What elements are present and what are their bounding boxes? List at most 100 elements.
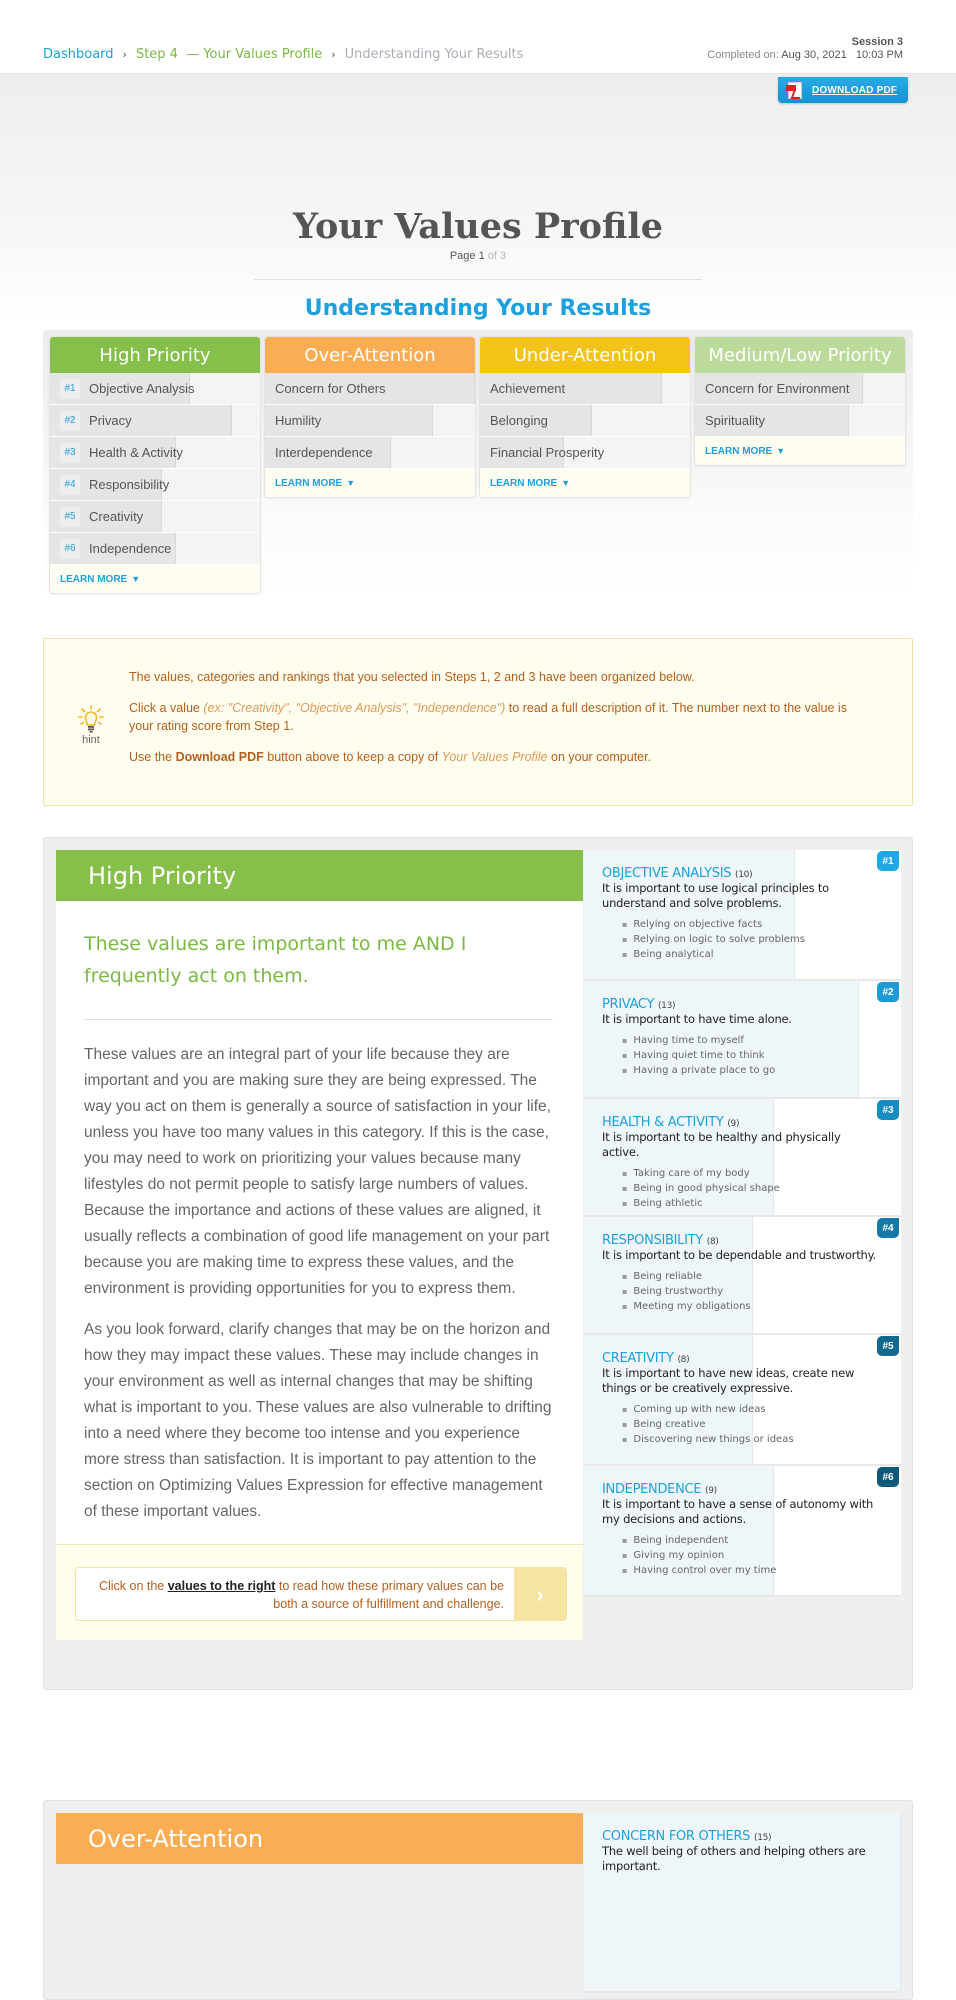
category-column-medium-low-priority: Medium/Low Priority Concern for Environme… bbox=[694, 336, 906, 466]
download-pdf-label: DOWNLOAD PDF bbox=[812, 84, 898, 96]
caret-down-icon: ▼ bbox=[776, 446, 786, 456]
value-name: RESPONSIBILITY bbox=[602, 1233, 703, 1248]
value-card[interactable]: #3 HEALTH & ACTIVITY (9) It is important t… bbox=[584, 1099, 901, 1217]
category-column-under-attention: Under-Attention Achievement Belonging Finan… bbox=[479, 336, 691, 498]
behavior-item: Being in good physical shape bbox=[622, 1181, 881, 1196]
high-priority-section: High Priority These values are important… bbox=[43, 837, 913, 1690]
behavior-item: Coming up with new ideas bbox=[622, 1402, 881, 1417]
value-behaviors: Taking care of my bodyBeing in good phys… bbox=[622, 1166, 881, 1211]
value-title: OBJECTIVE ANALYSIS (10) bbox=[602, 866, 881, 881]
value-row[interactable]: Interdependence bbox=[265, 437, 475, 469]
value-description: It is important to have time alone. bbox=[602, 1012, 792, 1026]
rank-badge: #2 bbox=[877, 982, 899, 1002]
value-name: INDEPENDENCE bbox=[602, 1482, 702, 1497]
pdf-icon bbox=[786, 81, 802, 99]
over-attention-heading: Over-Attention bbox=[56, 1813, 583, 1864]
rank-badge: #3 bbox=[60, 442, 80, 463]
caret-down-icon: ▼ bbox=[346, 478, 356, 488]
values-to-the-right-link[interactable]: values to the right bbox=[168, 1579, 276, 1593]
behavior-item: Having quiet time to think bbox=[622, 1048, 881, 1063]
value-row[interactable]: Humility bbox=[265, 405, 475, 437]
breadcrumb-step-link[interactable]: Step 4 — Your Values Profile bbox=[136, 47, 322, 62]
value-card[interactable]: #1 OBJECTIVE ANALYSIS (10) It is important… bbox=[584, 850, 901, 981]
value-row[interactable]: Concern for Environment bbox=[695, 373, 905, 405]
page-prefix: Page bbox=[449, 250, 476, 262]
value-description: It is important to be dependable and tru… bbox=[602, 1248, 877, 1262]
value-behaviors: Having time to myselfHaving quiet time t… bbox=[622, 1033, 881, 1078]
lightbulb-icon bbox=[78, 705, 104, 733]
page-current: 1 bbox=[478, 250, 485, 262]
value-name: Objective Analysis bbox=[89, 381, 195, 396]
value-row[interactable]: #4 Responsibility bbox=[50, 469, 260, 501]
value-name: OBJECTIVE ANALYSIS bbox=[602, 866, 732, 881]
value-row[interactable]: Spirituality bbox=[695, 405, 905, 437]
value-score: (15) bbox=[753, 1833, 772, 1843]
body-paragraph: These values are an integral part of you… bbox=[84, 1046, 551, 1297]
value-card[interactable]: #5 CREATIVITY (8) It is important to have … bbox=[584, 1335, 901, 1466]
value-row[interactable]: #1 Objective Analysis bbox=[50, 373, 260, 405]
behavior-item: Relying on logic to solve problems bbox=[622, 932, 881, 947]
value-card-content: INDEPENDENCE (9) It is important to have … bbox=[584, 1466, 901, 1592]
completed-on: Completed on: Aug 30, 2021 10:03 PM bbox=[707, 49, 903, 62]
session-label: Session 3 bbox=[851, 36, 903, 48]
value-row[interactable]: #2 Privacy bbox=[50, 405, 260, 437]
values-cta-button[interactable]: Click on the values to the right to read… bbox=[75, 1567, 567, 1621]
hint-bold: Download PDF bbox=[175, 750, 264, 764]
learn-more-link[interactable]: LEARN MORE ▼ bbox=[695, 437, 905, 465]
value-card[interactable]: #4 RESPONSIBILITY (8) It is important to b… bbox=[584, 1217, 901, 1335]
breadcrumb-current: Understanding Your Results bbox=[344, 47, 524, 62]
value-title: HEALTH & ACTIVITY (9) bbox=[602, 1115, 881, 1130]
value-name: CONCERN FOR OTHERS bbox=[602, 1829, 751, 1844]
learn-more-link[interactable]: LEARN MORE ▼ bbox=[265, 469, 475, 497]
value-description: It is important to be healthy and physic… bbox=[602, 1130, 841, 1159]
value-title: INDEPENDENCE (9) bbox=[602, 1482, 881, 1497]
value-behaviors: Being independentGiving my opinionHaving… bbox=[622, 1533, 881, 1578]
value-card-content: RESPONSIBILITY (8) It is important to be … bbox=[584, 1217, 901, 1328]
high-priority-body: These values are an integral part of you… bbox=[56, 1020, 583, 1525]
hint-text-part: on your computer. bbox=[547, 750, 652, 764]
learn-more-link[interactable]: LEARN MORE ▼ bbox=[50, 565, 260, 593]
value-row[interactable]: Financial Prosperity bbox=[480, 437, 690, 469]
value-card[interactable]: CONCERN FOR OTHERS (15) The well being of… bbox=[584, 1813, 901, 1993]
value-row[interactable]: #5 Creativity bbox=[50, 501, 260, 533]
value-row[interactable]: #6 Independence bbox=[50, 533, 260, 565]
behavior-item: Being reliable bbox=[622, 1269, 881, 1284]
value-row[interactable]: Achievement bbox=[480, 373, 690, 405]
value-behaviors: Coming up with new ideasBeing creativeDi… bbox=[622, 1402, 881, 1447]
session-info: Session 3 Completed on: Aug 30, 2021 10:… bbox=[707, 36, 903, 62]
value-name: Health & Activity bbox=[89, 445, 183, 460]
hint-text-part: Click a value bbox=[129, 701, 204, 715]
value-name: HEALTH & ACTIVITY bbox=[602, 1115, 724, 1130]
rank-badge: #4 bbox=[60, 474, 80, 495]
value-card-content: HEALTH & ACTIVITY (9) It is important to … bbox=[584, 1099, 901, 1215]
value-title: RESPONSIBILITY (8) bbox=[602, 1233, 881, 1248]
value-name: Creativity bbox=[89, 509, 144, 524]
value-score: (9) bbox=[705, 1486, 717, 1496]
hint-text-part: Use the bbox=[129, 750, 176, 764]
value-name: Belonging bbox=[490, 413, 548, 428]
behavior-item: Taking care of my body bbox=[622, 1166, 881, 1181]
value-name: Interdependence bbox=[275, 445, 373, 460]
behavior-item: Having a private place to go bbox=[622, 1063, 881, 1078]
learn-more-link[interactable]: LEARN MORE ▼ bbox=[480, 469, 690, 497]
value-description: It is important to have new ideas, creat… bbox=[602, 1366, 855, 1395]
over-attention-value-list: CONCERN FOR OTHERS (15) The well being of… bbox=[584, 1813, 901, 1993]
behavior-item: Being athletic bbox=[622, 1196, 881, 1211]
caret-down-icon: ▼ bbox=[561, 478, 571, 488]
download-pdf-button[interactable]: DOWNLOAD PDF bbox=[778, 77, 908, 103]
chevron-right-icon[interactable]: › bbox=[514, 1568, 566, 1620]
category-header: Medium/Low Priority bbox=[695, 337, 905, 373]
rank-badge: #1 bbox=[60, 378, 80, 399]
breadcrumb-dashboard-link[interactable]: Dashboard bbox=[43, 47, 114, 62]
page-header: DOWNLOAD PDF Your Values Profile Page 1 … bbox=[0, 74, 956, 324]
value-row[interactable]: Concern for Others bbox=[265, 373, 475, 405]
value-name: Independence bbox=[89, 541, 172, 556]
value-behaviors: Being reliableBeing trustworthyMeeting m… bbox=[622, 1269, 881, 1314]
value-card[interactable]: #6 INDEPENDENCE (9) It is important to hav… bbox=[584, 1466, 901, 1597]
value-row[interactable]: Belonging bbox=[480, 405, 690, 437]
category-header: Over-Attention bbox=[265, 337, 475, 373]
high-priority-description: High Priority These values are important… bbox=[56, 850, 583, 1640]
value-card[interactable]: #2 PRIVACY (13) It is important to have ti… bbox=[584, 981, 901, 1099]
learn-more-label: LEARN MORE bbox=[705, 445, 773, 457]
value-row[interactable]: #3 Health & Activity bbox=[50, 437, 260, 469]
